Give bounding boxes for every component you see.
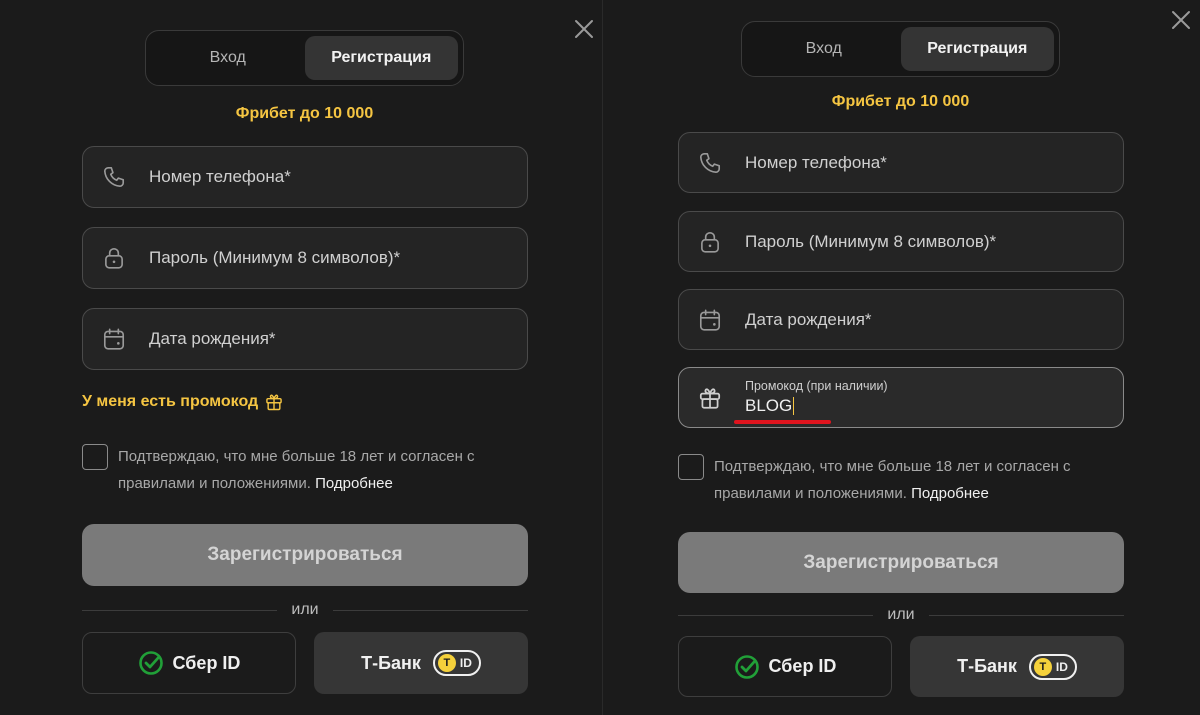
lock-icon xyxy=(100,244,128,272)
phone-field[interactable]: Номер телефона* xyxy=(82,146,528,208)
phone-icon xyxy=(100,163,128,191)
registration-panel-left: Вход Регистрация Фрибет до 10 000 Номер … xyxy=(0,0,602,715)
sber-id-label: Сбер ID xyxy=(172,652,241,673)
tab-login[interactable]: Вход xyxy=(151,36,305,80)
consent-text: Подтверждаю, что мне больше 18 лет и сог… xyxy=(118,448,475,492)
promo-code-link-label: У меня есть промокод xyxy=(82,393,259,410)
phone-icon xyxy=(696,149,724,177)
password-field[interactable]: Пароль (Минимум 8 символов)* xyxy=(678,211,1124,272)
tbank-id-badge-text: ID xyxy=(1055,659,1068,674)
register-button[interactable]: Зарегистрироваться xyxy=(678,532,1124,593)
gift-icon xyxy=(696,384,724,412)
consent-more-link[interactable]: Подробнее xyxy=(315,475,393,492)
calendar-icon xyxy=(100,325,128,353)
text-caret xyxy=(793,397,795,415)
registration-panel-right: Вход Регистрация Фрибет до 10 000 Номер … xyxy=(602,0,1200,715)
birthdate-field[interactable]: Дата рождения* xyxy=(82,308,528,370)
tbank-shield-icon: T xyxy=(437,654,456,672)
sber-id-button[interactable]: Сбер ID xyxy=(678,636,892,697)
promo-code-link[interactable]: У меня есть промокод xyxy=(82,392,284,412)
close-button[interactable] xyxy=(572,17,596,41)
promo-code-field[interactable]: Промокод (при наличии) BLOG xyxy=(678,367,1124,428)
tbank-id-button[interactable]: Т-Банк T ID xyxy=(910,636,1124,697)
lock-icon xyxy=(696,228,724,256)
birthdate-field[interactable]: Дата рождения* xyxy=(678,289,1124,350)
tbank-shield-icon: T xyxy=(1033,657,1052,676)
password-field[interactable]: Пароль (Минимум 8 символов)* xyxy=(82,227,528,289)
sber-id-button[interactable]: Сбер ID xyxy=(82,632,296,694)
auth-tabs: Вход Регистрация xyxy=(145,30,464,86)
consent-row: Подтверждаю, что мне больше 18 лет и сог… xyxy=(82,443,528,497)
tbank-id-badge: T ID xyxy=(432,650,481,676)
gift-icon xyxy=(266,394,282,411)
tbank-id-button[interactable]: Т-Банк T ID xyxy=(314,632,528,694)
promo-code-value: BLOG xyxy=(745,396,793,415)
promo-code-label: Промокод (при наличии) xyxy=(745,379,888,393)
tab-register[interactable]: Регистрация xyxy=(900,27,1054,71)
password-placeholder: Пароль (Минимум 8 символов)* xyxy=(745,231,997,251)
sber-logo-icon xyxy=(734,654,760,680)
consent-checkbox[interactable] xyxy=(82,444,108,470)
or-divider: или xyxy=(82,601,528,621)
or-text: или xyxy=(291,601,319,618)
phone-placeholder: Номер телефона* xyxy=(149,167,291,186)
or-text: или xyxy=(887,606,915,623)
register-button[interactable]: Зарегистрироваться xyxy=(82,524,528,586)
consent-row: Подтверждаю, что мне больше 18 лет и сог… xyxy=(678,453,1124,507)
consent-checkbox[interactable] xyxy=(678,454,704,480)
birthdate-placeholder: Дата рождения* xyxy=(745,309,872,329)
sber-logo-icon xyxy=(138,650,164,676)
close-button[interactable] xyxy=(1169,8,1193,32)
consent-text: Подтверждаю, что мне больше 18 лет и сог… xyxy=(714,458,1071,502)
tbank-id-badge-text: ID xyxy=(459,656,472,670)
red-underline-annotation xyxy=(734,420,831,424)
tab-login[interactable]: Вход xyxy=(747,27,901,71)
close-icon xyxy=(1172,11,1190,29)
auth-tabs: Вход Регистрация xyxy=(741,21,1060,77)
consent-more-link[interactable]: Подробнее xyxy=(911,485,989,502)
password-placeholder: Пароль (Минимум 8 символов)* xyxy=(149,248,401,267)
tbank-label: Т-Банк xyxy=(957,656,1017,676)
tbank-id-badge: T ID xyxy=(1028,653,1077,680)
birthdate-placeholder: Дата рождения* xyxy=(149,329,276,348)
tab-register[interactable]: Регистрация xyxy=(304,36,458,80)
phone-placeholder: Номер телефона* xyxy=(745,152,887,172)
or-divider: или xyxy=(678,606,1124,626)
freebet-text: Фрибет до 10 000 xyxy=(235,105,374,122)
sber-id-label: Сбер ID xyxy=(768,656,837,676)
close-icon xyxy=(575,20,593,38)
calendar-icon xyxy=(696,306,724,334)
phone-field[interactable]: Номер телефона* xyxy=(678,132,1124,193)
tbank-label: Т-Банк xyxy=(361,652,421,673)
freebet-text: Фрибет до 10 000 xyxy=(831,93,970,110)
